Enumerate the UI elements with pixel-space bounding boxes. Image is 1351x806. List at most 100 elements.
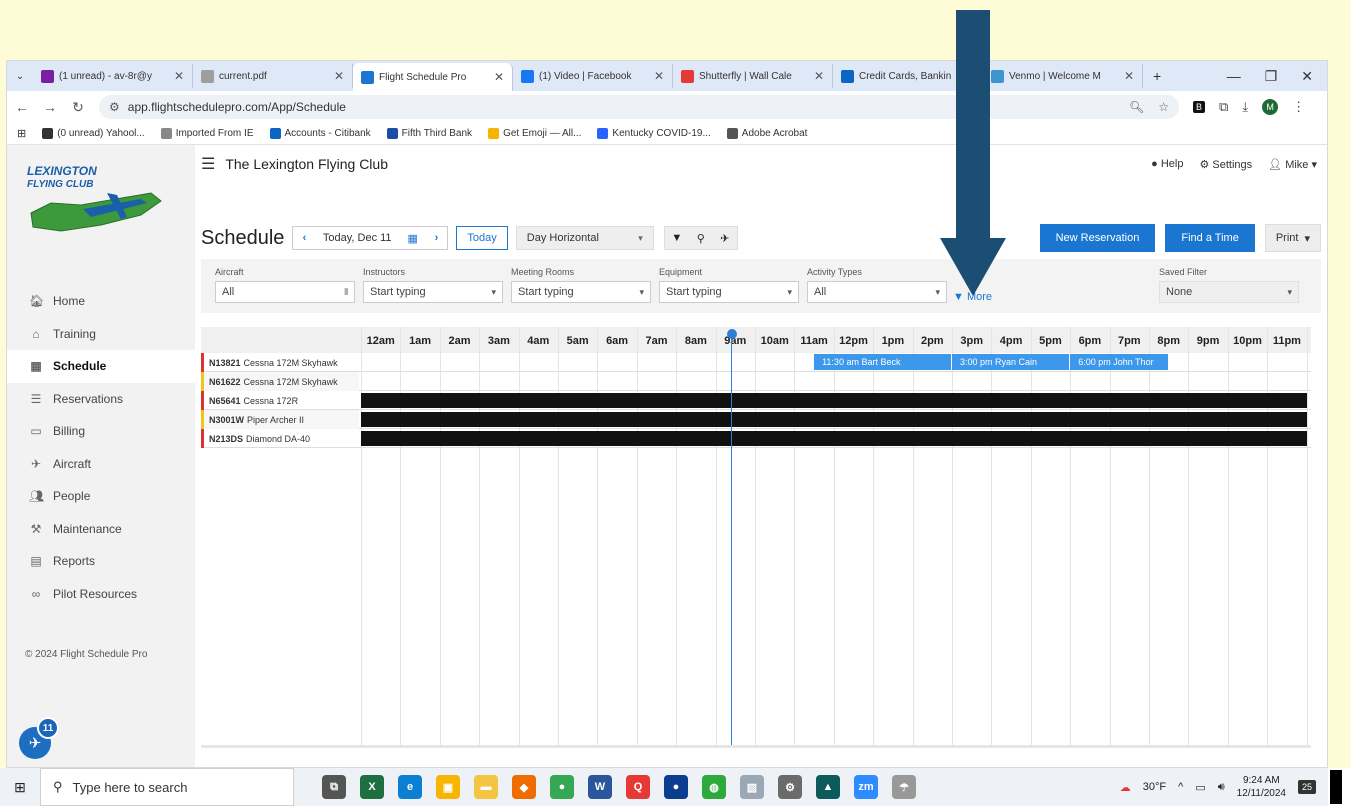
current-date[interactable]: Today, Dec 11 — [323, 232, 392, 245]
print-button[interactable]: Print ▾ — [1264, 224, 1321, 252]
profile-avatar[interactable]: M — [1262, 99, 1279, 115]
bookmark-item[interactable]: Imported From IE — [160, 128, 254, 139]
file-explorer-icon[interactable]: ▬ — [474, 775, 498, 799]
help-link[interactable]: ● Help — [1151, 158, 1183, 171]
settings-icon[interactable]: ⚙ — [778, 775, 802, 799]
find-time-button[interactable]: Find a Time — [1165, 224, 1255, 252]
timeline-scrollbar[interactable] — [201, 745, 1311, 748]
browser-tab[interactable]: Venmo | Welcome M ✕ — [983, 64, 1143, 88]
tab-search-icon[interactable]: ⌄ — [7, 71, 33, 82]
aircraft-timeline[interactable] — [361, 429, 1307, 448]
chrome-icon[interactable]: ● — [550, 775, 574, 799]
reservation-block[interactable]: 6:00 pm John Thor — [1070, 354, 1168, 370]
taskbar-search[interactable]: ⚲ Type here to search — [40, 768, 294, 806]
aircraft-select[interactable]: All ⫴ — [215, 281, 355, 303]
back-icon[interactable]: ← — [15, 99, 29, 115]
view-select[interactable]: Day Horizontal ▾ — [515, 226, 654, 250]
photos-icon[interactable]: ▧ — [740, 775, 764, 799]
reservation-block[interactable]: 3:00 pm Ryan Cain — [952, 354, 1070, 370]
app5-icon[interactable]: ◆ — [512, 775, 536, 799]
app9-icon[interactable]: ● — [664, 775, 688, 799]
aircraft-row[interactable]: N65641 Cessna 172R — [201, 391, 1311, 410]
sidebar-item-billing[interactable]: ▭ Billing — [7, 415, 195, 448]
aircraft-row[interactable]: N13821 Cessna 172M Skyhawk 11:30 am Bart B… — [201, 353, 1311, 372]
equipment-input[interactable]: Start typing ▾ — [659, 281, 799, 303]
hamburger-icon[interactable]: ☰ — [201, 154, 215, 174]
aircraft-row[interactable]: N213DS Diamond DA-40 — [201, 429, 1311, 448]
extension-icon[interactable]: B — [1193, 101, 1206, 113]
aircraft-label[interactable]: N213DS Diamond DA-40 — [201, 429, 359, 448]
bookmark-item[interactable]: Adobe Acrobat — [726, 128, 807, 139]
club-logo[interactable]: LEXINGTON FLYING CLUB — [21, 153, 171, 243]
network-icon[interactable]: ▭ — [1195, 781, 1205, 794]
app13-icon[interactable]: ▲ — [816, 775, 840, 799]
site-info-icon[interactable]: ⚙ — [109, 100, 120, 114]
browser-tab[interactable]: (1 unread) - av-8r@y ✕ — [33, 64, 193, 88]
new-tab-button[interactable]: + — [1143, 68, 1171, 84]
close-tab-icon[interactable]: ✕ — [1116, 69, 1134, 83]
app10-icon[interactable]: ◍ — [702, 775, 726, 799]
browser-tab[interactable]: Flight Schedule Pro ✕ — [353, 63, 513, 91]
close-tab-icon[interactable]: ✕ — [646, 69, 664, 83]
browser-tab[interactable]: current.pdf ✕ — [193, 64, 353, 88]
aircraft-timeline[interactable] — [361, 410, 1307, 429]
aircraft-timeline[interactable] — [361, 391, 1307, 410]
notification-launcher[interactable]: ✈ 11 — [19, 717, 65, 759]
reload-icon[interactable]: ↻ — [71, 99, 85, 116]
filter-icon[interactable]: ▼ — [665, 227, 689, 249]
user-menu[interactable]: 👤︎ Mike ▾ — [1268, 158, 1317, 171]
task-view-icon[interactable]: ⧉ — [322, 775, 346, 799]
browser-menu-icon[interactable]: ⋮ — [1292, 99, 1305, 115]
weather-temp[interactable]: 30°F — [1143, 781, 1166, 793]
pin-icon[interactable]: ⚲ — [689, 227, 713, 249]
rooms-input[interactable]: Start typing ▾ — [511, 281, 651, 303]
clock[interactable]: 9:24 AM 12/11/2024 — [1237, 774, 1286, 800]
weather-icon[interactable]: ☁ — [1120, 781, 1131, 794]
sidebar-item-training[interactable]: ⌂ Training — [7, 318, 195, 351]
aircraft-timeline[interactable]: 11:30 am Bart Beck 3:00 pm Ryan Cain 6:00 … — [361, 353, 1306, 372]
close-tab-icon[interactable]: ✕ — [326, 69, 344, 83]
bookmark-star-icon[interactable]: ☆ — [1158, 100, 1169, 114]
word-icon[interactable]: W — [588, 775, 612, 799]
close-tab-icon[interactable]: ✕ — [806, 69, 824, 83]
sidebar-item-people[interactable]: 👥︎ People — [7, 480, 195, 513]
sidebar-item-home[interactable]: 🏠︎ Home — [7, 285, 195, 318]
minimize-icon[interactable]: — — [1227, 68, 1241, 85]
next-day-icon[interactable]: › — [425, 232, 447, 244]
apps-grid-icon[interactable]: ⊞ — [17, 127, 26, 140]
prev-day-icon[interactable]: ‹ — [293, 232, 315, 244]
aircraft-label[interactable]: N65641 Cessna 172R — [201, 391, 359, 410]
extensions-puzzle-icon[interactable]: ⧉ — [1219, 99, 1228, 115]
unavailable-block[interactable] — [361, 431, 1307, 446]
browser-tab[interactable]: Shutterfly | Wall Cale ✕ — [673, 64, 833, 88]
bookmark-item[interactable]: Get Emoji — All... — [488, 128, 581, 139]
unavailable-block[interactable] — [361, 393, 1307, 408]
zoom-icon[interactable]: 🔍︎ — [1129, 100, 1144, 114]
sidebar-item-maintenance[interactable]: ⚒ Maintenance — [7, 513, 195, 546]
reservation-block[interactable]: 11:30 am Bart Beck — [814, 354, 951, 370]
excel-icon[interactable]: X — [360, 775, 384, 799]
app3-icon[interactable]: ▣ — [436, 775, 460, 799]
aircraft-timeline[interactable] — [361, 372, 1306, 391]
aircraft-row[interactable]: N3001W Piper Archer II — [201, 410, 1311, 429]
saved-filter-select[interactable]: None ▾ — [1159, 281, 1299, 303]
aircraft-row[interactable]: N61622 Cessna 172M Skyhawk — [201, 372, 1311, 391]
edge-icon[interactable]: e — [398, 775, 422, 799]
sidebar-item-aircraft[interactable]: ✈ Aircraft — [7, 448, 195, 481]
maximize-icon[interactable]: ❐ — [1265, 68, 1278, 85]
download-icon[interactable]: ⤓ — [1242, 99, 1248, 115]
sidebar-item-schedule[interactable]: ▦ Schedule — [7, 350, 195, 383]
bookmark-item[interactable]: Accounts - Citibank — [269, 128, 371, 139]
sidebar-item-pilot-resources[interactable]: ∞ Pilot Resources — [7, 578, 195, 611]
forward-icon[interactable]: → — [43, 99, 57, 115]
close-tab-icon[interactable]: ✕ — [166, 69, 184, 83]
bookmark-item[interactable]: Kentucky COVID-19... — [597, 128, 711, 139]
notification-center-icon[interactable]: 25 — [1297, 780, 1316, 794]
list-toggle-icon[interactable]: ⫴ — [344, 287, 348, 298]
unavailable-block[interactable] — [361, 412, 1307, 427]
activity-select[interactable]: All ▾ — [807, 281, 947, 303]
instructors-input[interactable]: Start typing ▾ — [363, 281, 503, 303]
close-window-icon[interactable]: ✕ — [1301, 68, 1313, 85]
plane-tool-icon[interactable]: ✈ — [713, 227, 737, 249]
url-field[interactable]: ⚙ app.flightschedulepro.com/App/Schedule… — [99, 95, 1179, 119]
